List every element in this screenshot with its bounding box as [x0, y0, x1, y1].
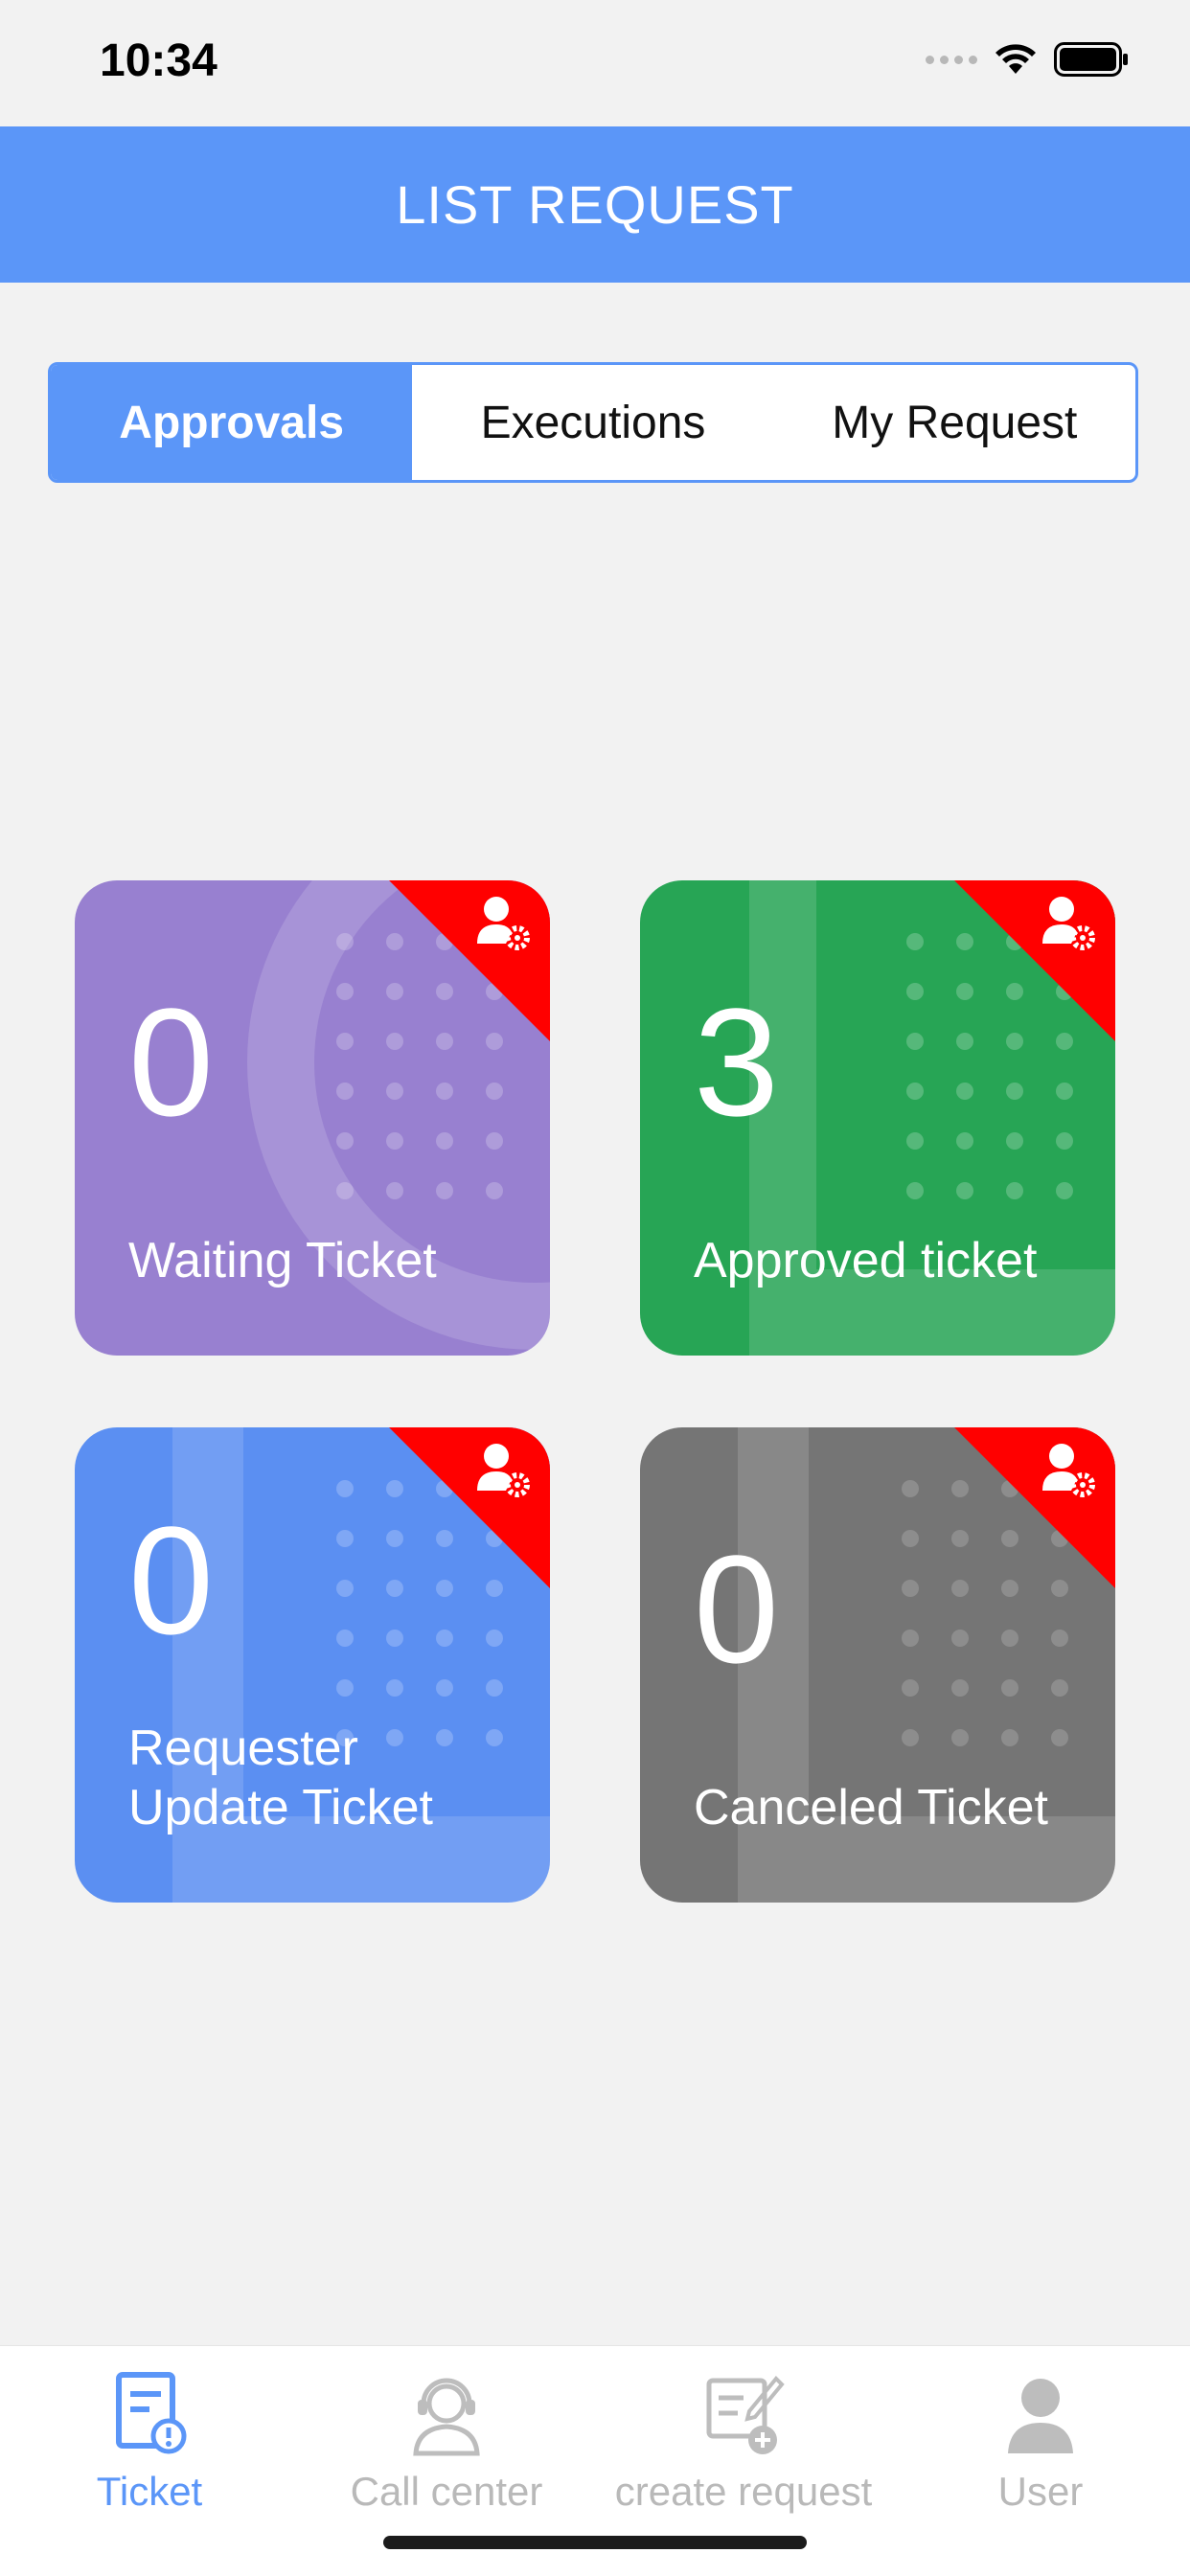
page-title: LIST REQUEST	[396, 174, 794, 235]
headset-icon	[413, 2378, 480, 2456]
cellular-signal-icon	[926, 55, 977, 64]
tab-approvals[interactable]: Approvals	[51, 365, 413, 480]
home-indicator[interactable]	[383, 2536, 807, 2549]
nav-label-call-center: Call center	[350, 2469, 543, 2514]
canceled-ticket-count: 0	[694, 1523, 779, 1695]
canceled-ticket-card[interactable]: 0 Canceled Ticket	[640, 1427, 1115, 1903]
requester-update-ticket-label: Requester Update Ticket	[128, 1719, 433, 1837]
nav-item-create-request[interactable]: create request	[595, 2346, 892, 2538]
wifi-icon	[995, 44, 1036, 74]
canceled-ticket-label: Canceled Ticket	[694, 1780, 1048, 1835]
approved-ticket-label: Approved ticket	[694, 1233, 1038, 1288]
waiting-ticket-count: 0	[128, 976, 214, 1148]
battery-icon	[1054, 42, 1128, 77]
status-bar: 10:34	[0, 0, 1190, 126]
status-icons	[926, 42, 1129, 77]
requester-update-ticket-count: 0	[128, 1494, 214, 1666]
label-line-1: Requester	[128, 1721, 358, 1776]
app-header: LIST REQUEST	[0, 126, 1190, 283]
nav-label-create-request: create request	[614, 2469, 873, 2514]
user-icon	[1008, 2379, 1073, 2453]
create-request-icon	[706, 2376, 785, 2454]
approved-ticket-card[interactable]: 3 Approved ticket	[640, 880, 1115, 1356]
admin-badge-icon	[389, 880, 550, 1041]
tab-my-request[interactable]: My Request	[774, 365, 1135, 480]
nav-item-ticket[interactable]: Ticket	[1, 2346, 298, 2538]
admin-badge-icon	[954, 880, 1115, 1041]
approved-ticket-count: 3	[694, 976, 779, 1148]
admin-badge-icon	[389, 1427, 550, 1588]
segmented-tabs: Approvals Executions My Request	[48, 362, 1138, 483]
nav-label-ticket: Ticket	[96, 2469, 203, 2514]
waiting-ticket-label: Waiting Ticket	[128, 1233, 437, 1288]
nav-label-user: User	[997, 2469, 1084, 2514]
requester-update-ticket-card[interactable]: 0 Requester Update Ticket	[75, 1427, 550, 1903]
status-time: 10:34	[100, 35, 217, 86]
tab-executions[interactable]: Executions	[412, 365, 773, 480]
label-line-2: Update Ticket	[128, 1780, 433, 1835]
nav-item-call-center[interactable]: Call center	[298, 2346, 595, 2538]
admin-badge-icon	[954, 1427, 1115, 1588]
ticket-icon	[116, 2372, 187, 2454]
waiting-ticket-card[interactable]: 0 Waiting Ticket	[75, 880, 550, 1356]
nav-item-user[interactable]: User	[892, 2346, 1189, 2538]
